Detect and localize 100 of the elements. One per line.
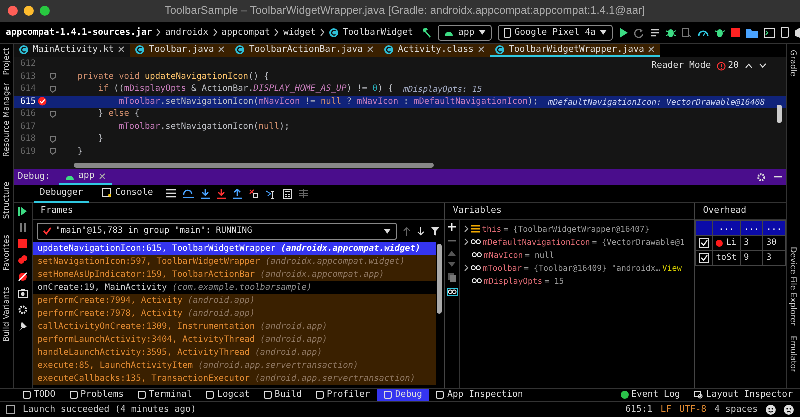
editor-tab[interactable]: Activity.class [379,44,490,57]
settings-icon[interactable] [757,172,766,182]
step-over-icon[interactable] [183,189,194,198]
editor-tab[interactable]: ToolbarActionBar.java [230,44,380,57]
drop-frame-icon[interactable] [249,188,260,198]
arrow-down-icon[interactable] [417,226,426,236]
stack-frame[interactable]: executeCallbacks:135, TransactionExecutor (android.app.servertransaction) [32,372,436,385]
fold-marker-icon[interactable] [50,148,56,156]
editor-tab[interactable]: MainActivity.kt [14,44,130,57]
stack-frame[interactable]: performCreate:7978, Activity (android.app) [32,307,436,320]
breadcrumb[interactable]: androidx [165,28,209,38]
hammer-icon[interactable] [421,27,432,38]
scrollbar-thumb[interactable] [437,244,442,314]
caret-position[interactable]: 615:1 [626,404,653,414]
fold-marker-icon[interactable] [50,73,56,80]
tool-window-button[interactable]: Gradle [789,50,798,77]
pause-icon[interactable] [18,223,27,232]
gauge-icon[interactable] [698,28,709,36]
line-separator[interactable]: LF [660,404,672,414]
tool-window-button[interactable]: Resource Manager [2,83,11,158]
tool-window-tab[interactable]: TODO [16,389,63,401]
close-icon[interactable] [218,46,226,53]
session-tab[interactable]: app [58,169,112,185]
close-icon[interactable] [648,46,656,53]
folder-icon[interactable] [746,28,758,38]
filter-icon[interactable] [431,226,440,236]
thread-dropdown[interactable]: "main"@15,783 in group "main": RUNNING [36,222,398,240]
trace-icon[interactable] [299,189,308,198]
tool-window-tab[interactable]: Build [256,389,310,401]
run-icon[interactable] [618,28,628,38]
editor-tab[interactable]: Toolbar.java [130,44,230,57]
column-header[interactable]: ... [762,220,786,236]
tool-window-tab[interactable]: Problems [62,389,132,401]
stack-frame[interactable]: performCreate:7994, Activity (android.app) [32,294,436,307]
list-icon[interactable] [650,28,660,38]
bug-icon[interactable] [714,28,725,38]
chevron-down-icon[interactable] [759,63,767,69]
tool-window-tab[interactable]: Terminal [131,389,200,401]
force-step-into-icon[interactable] [217,188,226,198]
breadcrumb[interactable]: widget [283,28,316,38]
indent-setting[interactable]: 4 spaces [714,404,758,414]
variable-row[interactable]: this = {ToolbarWidgetWrapper@16407} [460,222,694,235]
tool-window-button[interactable]: Device File Explorer [789,246,798,326]
run-to-cursor-icon[interactable] [266,188,276,198]
editor-tab[interactable]: ToolbarWidgetWrapper.java [490,44,660,57]
view-link[interactable]: View [662,262,682,272]
resume-icon[interactable] [18,207,28,216]
breadcrumb[interactable]: appcompat-1.4.1-sources.jar [6,28,152,38]
close-icon[interactable] [367,46,374,53]
rerun-icon[interactable] [634,28,644,38]
close-window-button[interactable] [8,6,18,16]
chevron-right-icon[interactable] [464,264,470,272]
scrollbar-thumb[interactable] [777,105,782,123]
step-into-icon[interactable] [201,188,210,198]
tool-window-tab[interactable]: Debug [377,389,430,401]
minimize-window-button[interactable] [24,6,34,16]
stack-frame[interactable]: setNavigationIcon:597, ToolbarWidgetWrapper (androidx.appcompat.widget) [32,255,436,268]
tool-window-button[interactable]: Favorites [2,234,11,272]
terminal-icon[interactable] [764,28,775,38]
scrollbar-thumb[interactable] [74,162,434,168]
glasses-icon[interactable] [446,288,458,296]
column-header[interactable]: ... [712,220,740,236]
attach-icon[interactable] [682,28,692,38]
panel-icon[interactable] [6,405,15,414]
copy-icon[interactable] [448,273,456,282]
breakpoint-icon[interactable] [38,97,46,106]
zoom-window-button[interactable] [40,6,50,16]
close-icon[interactable] [478,46,485,53]
settings-icon[interactable] [18,305,28,315]
tool-window-tab[interactable]: Profiler [309,389,378,401]
stop-icon[interactable] [730,28,740,37]
close-icon[interactable] [98,172,106,180]
run-configuration-dropdown[interactable]: app [438,24,492,40]
bug-icon[interactable] [666,28,676,38]
debugger-tab[interactable]: Console [96,184,160,202]
device-dropdown[interactable]: Google Pixel 4a [498,24,613,40]
mute-breakpoints-icon[interactable] [18,272,28,282]
checkbox[interactable] [699,238,710,248]
tool-window-button[interactable]: Project [2,48,11,76]
tool-window-tab[interactable]: App Inspection [429,389,530,401]
tool-window-button[interactable]: Emulator [789,336,798,372]
arrow-up-icon[interactable] [403,226,412,236]
pin-icon[interactable] [18,322,28,332]
tool-window-button[interactable]: Structure [2,182,11,219]
file-encoding[interactable]: UTF-8 [680,404,707,414]
close-icon[interactable] [118,46,126,53]
column-header[interactable]: ... [740,220,763,236]
stop-icon[interactable] [18,239,28,248]
fold-marker-icon[interactable] [50,136,56,143]
tool-window-tab[interactable]: Layout Inspector [687,389,800,401]
layout-icon[interactable] [166,189,176,198]
variable-row[interactable]: mToolbar = {Toolbar@16409} "androidx… View [460,261,694,274]
breadcrumb[interactable]: ToolbarWidget [342,28,414,38]
breakpoints-icon[interactable] [18,255,28,265]
variable-row[interactable]: mDefaultNavigationIcon = {VectorDrawable@1 [460,235,694,248]
tool-window-tab[interactable]: Logcat [199,389,257,401]
variable-row[interactable]: mDisplayOpts = 15 [460,274,694,287]
smiley-icon[interactable] [784,404,794,414]
stack-frame[interactable]: execute:85, LaunchActivityItem (android.app.servertransaction) [32,359,436,372]
step-out-icon[interactable] [233,188,242,198]
